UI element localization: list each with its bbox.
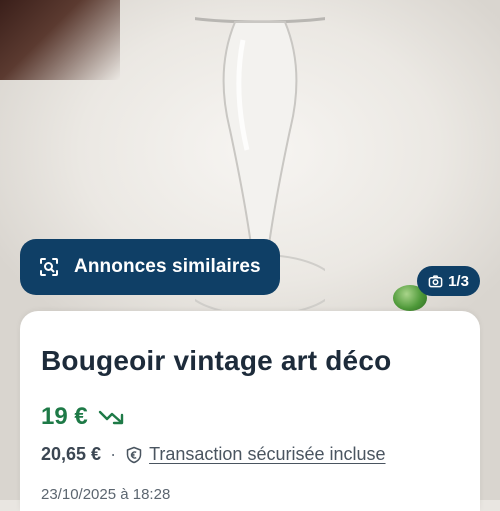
total-price: 20,65 € [41,444,102,464]
protection-fee-row: 20,65 € · Transaction sécurisée incluse [41,444,386,465]
secure-transaction-link[interactable]: Transaction sécurisée incluse [149,444,385,465]
similar-listings-label: Annonces similaires [74,256,261,277]
euro-shield-icon [125,446,143,464]
camera-icon [428,274,443,289]
listing-info-card: Bougeoir vintage art déco 19 € 20,65 € ·… [20,311,480,511]
similar-search-icon [38,256,60,278]
photo-counter[interactable]: 1/3 [417,266,480,296]
price-drop-icon [98,407,126,427]
separator-dot: · [110,444,117,464]
listing-date: 23/10/2025 à 18:28 [41,486,171,503]
photo-counter-label: 1/3 [448,272,469,290]
listing-title: Bougeoir vintage art déco [41,345,392,376]
photo-background-corner [0,0,120,80]
listing-price: 19 € [41,403,88,430]
price-row: 19 € [41,403,126,431]
similar-listings-button[interactable]: Annonces similaires [20,239,280,295]
